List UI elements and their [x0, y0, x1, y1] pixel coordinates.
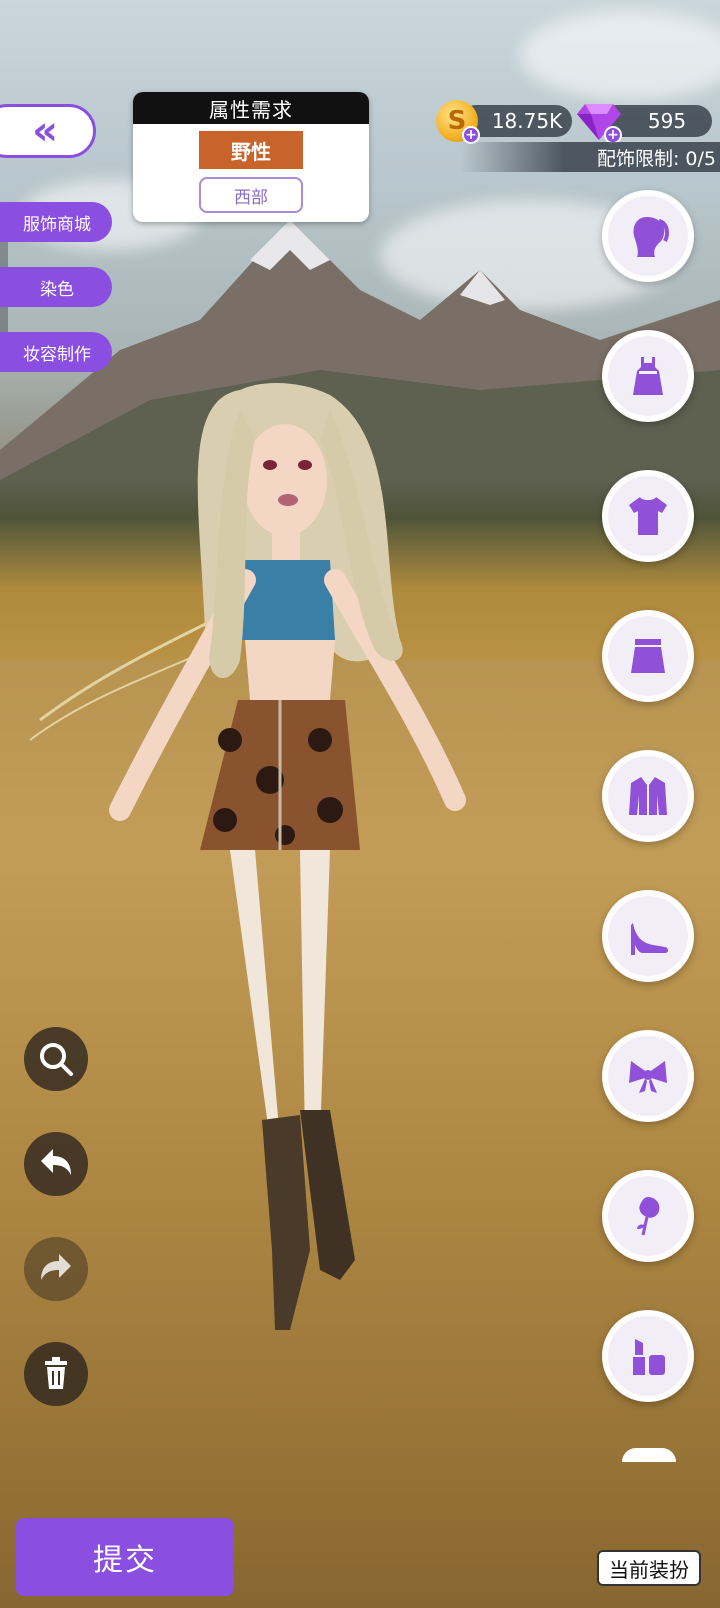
main-attribute-badge: 野性	[199, 131, 303, 169]
side-menu-clothing-store[interactable]: 服饰商城	[0, 202, 112, 242]
zoom-icon	[40, 1043, 73, 1076]
hair-icon	[633, 217, 669, 257]
category-skirt-button[interactable]	[602, 610, 694, 702]
dress-icon	[633, 357, 663, 395]
top-icon	[629, 497, 667, 535]
redo-icon	[41, 1254, 71, 1280]
category-handheld-button[interactable]	[602, 1170, 694, 1262]
coin-amount: 18.75K	[491, 109, 563, 133]
zoom-button[interactable]	[24, 1027, 88, 1091]
high-heel-icon	[631, 923, 668, 955]
undo-button[interactable]	[24, 1132, 88, 1196]
side-menu-dye[interactable]: 染色	[0, 267, 112, 307]
bow-icon	[629, 1061, 667, 1093]
category-makeup-button[interactable]	[602, 1310, 694, 1402]
category-jacket-button[interactable]	[602, 750, 694, 842]
category-hair-button[interactable]	[602, 190, 694, 282]
requirement-title: 属性需求	[133, 92, 369, 124]
sub-attribute-badge: 西部	[199, 177, 303, 213]
double-chevron-left-icon: «	[32, 108, 58, 154]
attribute-requirement-panel: 属性需求 野性 西部	[133, 92, 369, 222]
skirt-icon	[631, 639, 665, 673]
category-more-button[interactable]	[622, 1448, 676, 1462]
submit-button[interactable]: 提交	[16, 1518, 234, 1596]
category-shoes-button[interactable]	[602, 890, 694, 982]
gem-amount: 595	[647, 109, 687, 133]
jacket-icon	[629, 777, 667, 815]
category-dress-button[interactable]	[602, 330, 694, 422]
delete-button[interactable]	[24, 1342, 88, 1406]
trash-icon	[45, 1357, 67, 1389]
category-top-button[interactable]	[602, 470, 694, 562]
undo-icon	[41, 1149, 71, 1175]
redo-button[interactable]	[24, 1237, 88, 1301]
accessory-limit: 配饰限制: 0/5	[460, 142, 720, 172]
back-button[interactable]: «	[0, 104, 96, 158]
character-avatar[interactable]	[0, 380, 520, 1380]
current-outfit-button[interactable]: 当前装扮	[597, 1550, 701, 1586]
rose-icon	[637, 1197, 660, 1236]
lipstick-icon	[633, 1339, 665, 1375]
side-menu-makeup[interactable]: 妆容制作	[0, 332, 112, 372]
category-accessory-button[interactable]	[602, 1030, 694, 1122]
